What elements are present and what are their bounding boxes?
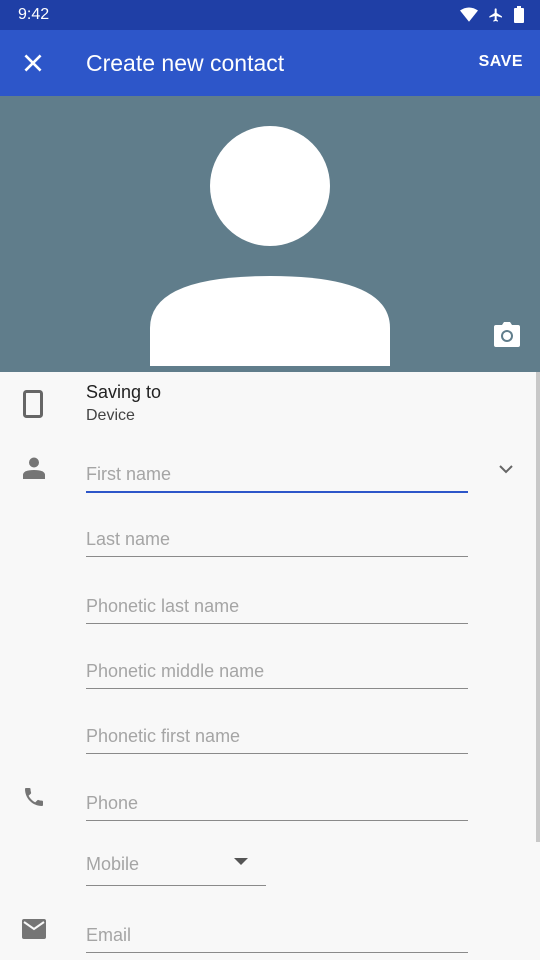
phone-type-value: Mobile bbox=[86, 854, 140, 874]
phonetic-last-name-field[interactable] bbox=[86, 574, 468, 624]
first-name-field[interactable] bbox=[86, 443, 468, 493]
chevron-down-icon[interactable] bbox=[497, 460, 515, 478]
first-name-input[interactable] bbox=[86, 464, 468, 485]
last-name-input[interactable] bbox=[86, 529, 468, 550]
save-button[interactable]: SAVE bbox=[479, 53, 523, 71]
phone-input[interactable] bbox=[86, 793, 468, 814]
wifi-icon bbox=[460, 7, 478, 22]
person-icon bbox=[23, 457, 45, 479]
phone-device-icon bbox=[23, 390, 43, 418]
contact-photo-area[interactable] bbox=[0, 96, 540, 372]
email-input[interactable] bbox=[86, 925, 468, 946]
battery-icon bbox=[514, 6, 524, 23]
status-time: 9:42 bbox=[18, 6, 50, 23]
saving-to-label: Saving to bbox=[86, 382, 162, 402]
app-bar: Create new contact SAVE bbox=[0, 30, 540, 96]
phonetic-first-name-input[interactable] bbox=[86, 726, 468, 747]
phone-field[interactable] bbox=[86, 771, 468, 821]
phonetic-first-name-field[interactable] bbox=[86, 704, 468, 754]
email-icon bbox=[22, 919, 46, 939]
airplane-icon bbox=[489, 7, 502, 22]
saving-to-value[interactable]: Device bbox=[86, 407, 135, 425]
phone-icon bbox=[25, 788, 43, 806]
phonetic-middle-name-field[interactable] bbox=[86, 639, 468, 689]
email-field[interactable] bbox=[86, 903, 468, 953]
phone-type-select[interactable]: Mobile bbox=[86, 840, 266, 886]
last-name-field[interactable] bbox=[86, 507, 468, 557]
status-bar: 9:42 bbox=[0, 0, 540, 30]
dropdown-arrow-icon bbox=[234, 858, 248, 865]
phonetic-middle-name-input[interactable] bbox=[86, 661, 468, 682]
scrollbar[interactable] bbox=[536, 372, 540, 842]
camera-icon[interactable] bbox=[493, 322, 521, 348]
close-icon[interactable] bbox=[20, 50, 46, 76]
avatar-placeholder-icon bbox=[150, 126, 390, 366]
status-icons bbox=[460, 6, 524, 23]
phonetic-last-name-input[interactable] bbox=[86, 596, 468, 617]
page-title: Create new contact bbox=[86, 50, 285, 76]
